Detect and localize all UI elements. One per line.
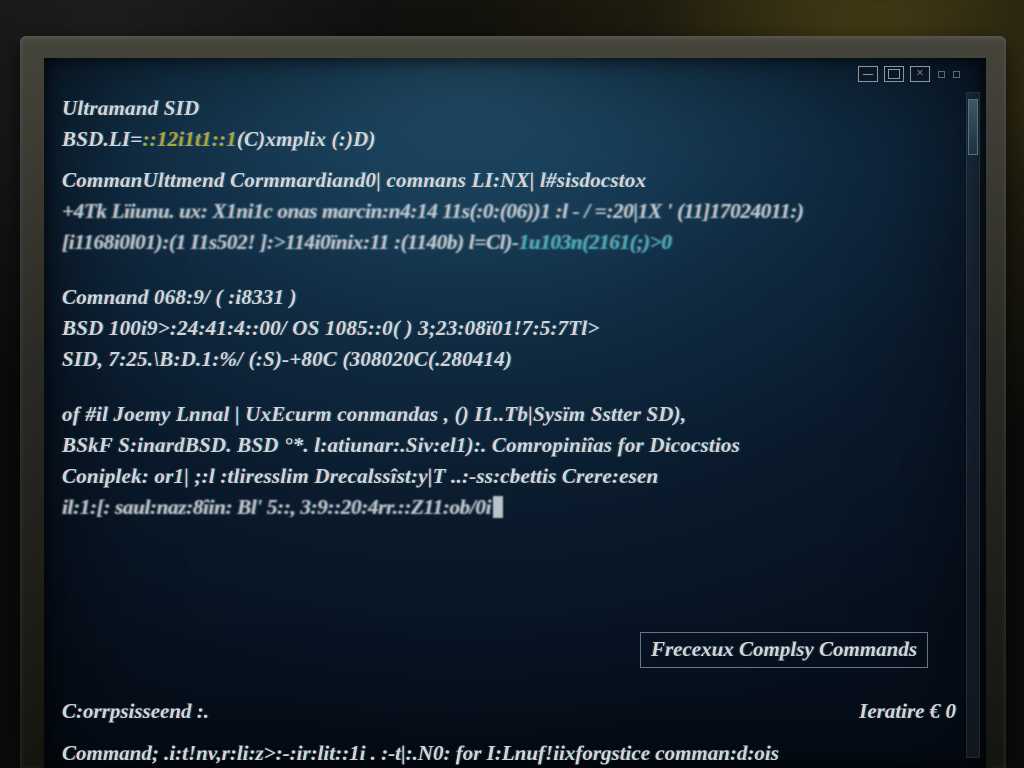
terminal-line-1: BSD.LI=::12i1t1::1(C)xmplix (:)D): [62, 125, 956, 154]
terminal-line-5: Comnand 068:9/ ( :i8331 ): [62, 283, 956, 312]
terminal-output: Ultramand SID BSD.LI=::12i1t1::1(C)xmpli…: [62, 94, 956, 524]
minimize-button[interactable]: [858, 66, 878, 82]
maximize-button[interactable]: [884, 66, 904, 82]
line1-segment-b: ::12i1t1::1: [142, 127, 236, 151]
cursor-icon: [493, 496, 503, 518]
vertical-scrollbar[interactable]: [966, 92, 980, 758]
terminal-line-10: Coniplek: or1| ;:l :tliresslim Drecalssî…: [62, 462, 956, 491]
window-glyph-1: [938, 71, 945, 78]
status-left: C:orrpsisseend :.: [62, 699, 209, 724]
terminal-screen: Ultramand SID BSD.LI=::12i1t1::1(C)xmpli…: [44, 58, 986, 768]
terminal-line-9: BSkF S:inardBSD. BSD °*. l:atiunar:.Siv:…: [62, 431, 956, 460]
terminal-last-line: Command; .i:t!nv,r:li:z>:-:ir:lit::1i . …: [62, 741, 956, 766]
highlight-box[interactable]: Frecexux Complsy Commands: [640, 632, 928, 668]
terminal-title: Ultramand SID: [62, 94, 956, 123]
terminal-line-11: il:1:[: saul:naz:8îin: Bl' 5::, 3:9::20:…: [62, 493, 956, 522]
status-right: Ieratire € 0: [859, 699, 956, 724]
line1-segment-a: BSD.LI=: [62, 127, 142, 151]
line4-segment-a: [i1168i0l01):(1 I1s502! ]:>114i0ïnix:11 …: [62, 230, 519, 254]
window-glyph-2: [953, 71, 960, 78]
monitor-bezel: Ultramand SID BSD.LI=::12i1t1::1(C)xmpli…: [20, 36, 1006, 768]
line11-text: il:1:[: saul:naz:8îin: Bl' 5::, 3:9::20:…: [62, 495, 491, 519]
terminal-line-2: CommanUlttmend Cormmardiand0| comnans LI…: [62, 166, 956, 195]
monitor-frame: Ultramand SID BSD.LI=::12i1t1::1(C)xmpli…: [0, 0, 1024, 768]
terminal-line-6: BSD 100i9>:24:41:4::00/ OS 1085::0( ) 3;…: [62, 314, 956, 343]
line1-segment-c: (C)xmplix (:)D): [237, 127, 376, 151]
line4-segment-b: 1u103n(2161(;)>0: [519, 230, 672, 254]
close-button[interactable]: [910, 66, 930, 82]
window-controls: [858, 66, 960, 82]
terminal-line-4: [i1168i0l01):(1 I1s502! ]:>114i0ïnix:11 …: [62, 228, 956, 257]
terminal-line-3: +4Tk Lïiunu. ux: X1ni1c onas marcin:n4:1…: [62, 197, 956, 226]
terminal-line-7: SID, 7:25.\B:D.1:%/ (:S)-+80C (308020C(.…: [62, 345, 956, 374]
scrollbar-thumb[interactable]: [968, 99, 978, 155]
terminal-line-8: of #il Joemy Lnnal | UxEcurm conmandas ,…: [62, 400, 956, 429]
status-line: C:orrpsisseend :. Ieratire € 0: [62, 699, 956, 724]
line10-text: Coniplek: or1| ;:l :tliresslim Drecalssî…: [62, 464, 658, 488]
